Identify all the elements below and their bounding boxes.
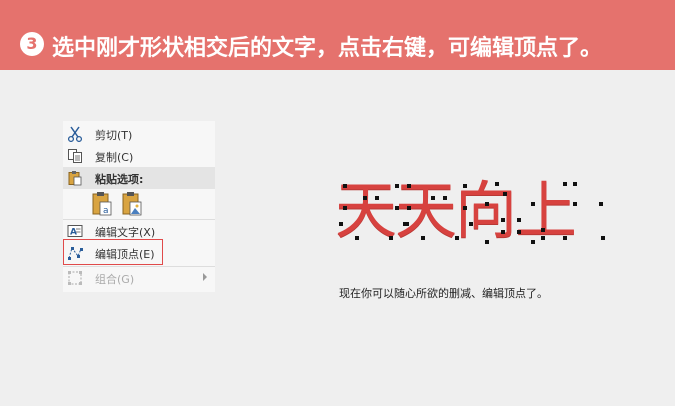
edit-point-handle[interactable] (501, 218, 505, 222)
edit-point-handle[interactable] (431, 196, 435, 200)
menu-item-label: 编辑文字(X) (95, 226, 156, 239)
menu-item-group[interactable]: 组合(G) (63, 267, 215, 289)
menu-item-label: 粘贴选项: (95, 173, 144, 186)
group-icon (67, 270, 83, 286)
submenu-arrow-icon (203, 273, 207, 281)
title-banner: 3 选中刚才形状相交后的文字，点击右键，可编辑顶点了。 (0, 0, 675, 70)
edit-point-handle[interactable] (407, 184, 411, 188)
edit-point-handle[interactable] (503, 192, 507, 196)
edit-point-handle[interactable] (395, 184, 399, 188)
paste-options-row: a (91, 191, 151, 219)
edit-point-handle[interactable] (343, 206, 347, 210)
text-box-icon: A (67, 223, 83, 239)
edit-point-handle[interactable] (355, 236, 359, 240)
edit-point-handle[interactable] (455, 236, 459, 240)
paste-options-header: 粘贴选项: (63, 167, 215, 189)
edit-point-handle[interactable] (469, 222, 473, 226)
menu-item-label: 剪切(T) (95, 129, 133, 142)
keep-text-paste-icon[interactable]: a (91, 191, 113, 217)
edit-point-handle[interactable] (463, 184, 467, 188)
edit-point-handle[interactable] (495, 182, 499, 186)
picture-paste-icon[interactable] (121, 191, 143, 217)
menu-item-copy[interactable]: 复制(C) (63, 145, 215, 167)
scissors-icon (67, 126, 83, 143)
edit-point-handle[interactable] (405, 222, 409, 226)
edit-point-handle[interactable] (541, 236, 545, 240)
menu-item-label: 组合(G) (95, 273, 135, 286)
edit-point-handle[interactable] (339, 222, 343, 226)
edit-point-handle[interactable] (517, 230, 521, 234)
edit-point-handle[interactable] (517, 218, 521, 222)
edit-point-handle[interactable] (531, 202, 535, 206)
edit-point-handle[interactable] (463, 206, 467, 210)
edit-point-handle[interactable] (573, 182, 577, 186)
shape-text: 天天向上 (335, 174, 577, 247)
edit-point-handle[interactable] (599, 202, 603, 206)
step-number-badge: 3 (20, 32, 44, 56)
edit-point-handle[interactable] (443, 196, 447, 200)
menu-item-cut[interactable]: 剪切(T) (63, 123, 215, 145)
edit-point-handle[interactable] (485, 202, 489, 206)
edit-point-handle[interactable] (363, 196, 367, 200)
edit-point-handle[interactable] (421, 236, 425, 240)
edit-point-handle[interactable] (563, 236, 567, 240)
edit-point-handle[interactable] (375, 196, 379, 200)
clipboard-icon (67, 170, 83, 186)
caption-text: 现在你可以随心所欲的删减、编辑顶点了。 (339, 287, 548, 300)
edit-point-handle[interactable] (531, 240, 535, 244)
edit-point-handle[interactable] (407, 206, 411, 210)
edit-point-handle[interactable] (563, 182, 567, 186)
menu-item-label: 复制(C) (95, 151, 134, 164)
edit-point-handle[interactable] (389, 236, 393, 240)
edit-point-handle[interactable] (573, 202, 577, 206)
svg-text:A: A (70, 228, 77, 238)
banner-title: 选中刚才形状相交后的文字，点击右键，可编辑顶点了。 (52, 36, 603, 61)
context-menu: 剪切(T) 复制(C) 粘贴选项: a A 编辑文字(X) 编辑顶点(E) 组合… (63, 121, 215, 292)
edit-point-handle[interactable] (485, 240, 489, 244)
edited-text-shape[interactable]: 天天向上 (335, 178, 605, 244)
edit-point-handle[interactable] (501, 230, 505, 234)
edit-point-handle[interactable] (343, 184, 347, 188)
edit-point-handle[interactable] (395, 206, 399, 210)
edit-point-handle[interactable] (601, 236, 605, 240)
svg-text:a: a (103, 206, 109, 216)
highlight-box (63, 239, 163, 265)
edit-point-handle[interactable] (541, 228, 545, 232)
copy-icon (67, 148, 83, 164)
